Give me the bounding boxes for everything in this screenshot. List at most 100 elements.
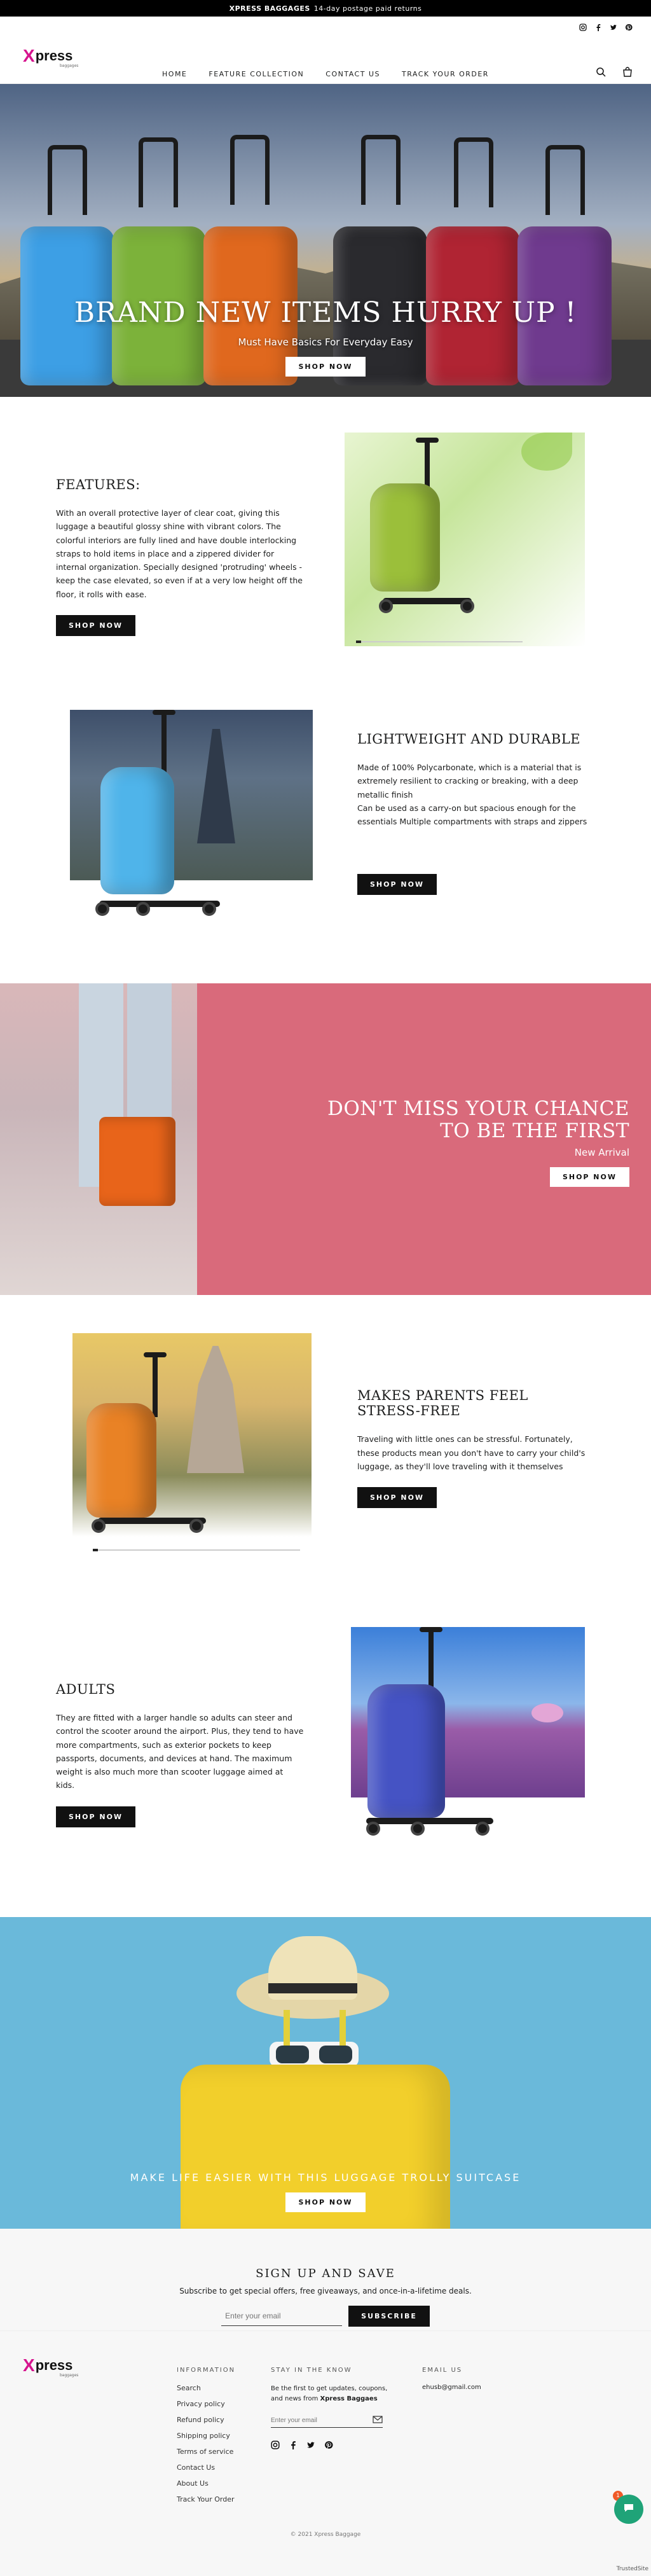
sunglasses-frame <box>270 2042 359 2067</box>
announcement-text: 14-day postage paid returns <box>313 4 422 13</box>
feature-shop-now-button[interactable]: SHOP NOW <box>56 614 136 636</box>
twitter-icon[interactable] <box>609 23 618 32</box>
orange-case <box>86 1403 156 1518</box>
image-slider-bar[interactable] <box>356 641 523 643</box>
footer-stay-text: Be the first to get updates, coupons, an… <box>271 2384 392 2404</box>
newsletter-email-input[interactable] <box>221 2306 343 2326</box>
feature-body: They are fitted with a larger handle so … <box>56 1713 304 1790</box>
subscribe-button[interactable]: SUBSCRIBE <box>348 2306 430 2327</box>
footer-info-links: Search Privacy policy Refund policy Ship… <box>177 2384 235 2503</box>
footer-link-about[interactable]: About Us <box>177 2479 235 2488</box>
footer-email-us: EMAIL US ehusb@gmail.com <box>422 2367 481 2391</box>
promo-image <box>0 983 197 1295</box>
hero-case-handle <box>361 135 401 205</box>
newsletter-form: SUBSCRIBE <box>221 2306 430 2327</box>
footer-stay-in-know: STAY IN THE KNOW Be the first to get upd… <box>271 2367 392 2451</box>
sunglasses-lens <box>319 2046 352 2063</box>
feature-text: MAKES PARENTS FEEL STRESS-FREE Traveling… <box>357 1388 593 1509</box>
feature-body: With an overall protective layer of clea… <box>56 508 303 599</box>
nav-track-order[interactable]: TRACK YOUR ORDER <box>402 70 489 78</box>
purple-scooter <box>351 1627 585 1881</box>
pinterest-icon[interactable] <box>324 2441 333 2451</box>
facebook-icon[interactable] <box>289 2441 298 2451</box>
feature-row-stress-free: MAKES PARENTS FEEL STRESS-FREE Traveling… <box>0 1295 651 1586</box>
footer-email-heading: EMAIL US <box>422 2367 463 2374</box>
sunglasses-lens <box>276 2046 309 2063</box>
scooter-wheel <box>202 902 216 916</box>
banner-text: MAKE LIFE EASIER WITH THIS LUGGAGE TROLL… <box>0 2171 651 2212</box>
hero-overlay: BRAND NEW ITEMS HURRY UP ! Must Have Bas… <box>0 296 651 377</box>
footer-link-refund[interactable]: Refund policy <box>177 2416 235 2424</box>
logo-wordmark: press <box>35 2357 73 2373</box>
facebook-icon[interactable] <box>594 23 603 32</box>
instagram-icon[interactable] <box>579 23 587 32</box>
newsletter-title: SIGN UP AND SAVE <box>256 2267 395 2280</box>
purple-case <box>367 1684 445 1818</box>
footer-link-shipping[interactable]: Shipping policy <box>177 2432 235 2440</box>
hero-banner: BRAND NEW ITEMS HURRY UP ! Must Have Bas… <box>0 84 651 397</box>
cart-icon[interactable] <box>622 66 633 78</box>
footer-email-form <box>271 2413 383 2428</box>
twitter-icon[interactable] <box>306 2441 315 2451</box>
scooter-wheel <box>476 1822 490 1836</box>
feature-row-adults: ADULTS They are fitted with a larger han… <box>0 1586 651 1917</box>
instagram-icon[interactable] <box>271 2441 280 2451</box>
feature-shop-now-button[interactable]: SHOP NOW <box>357 1487 437 1509</box>
pinterest-icon[interactable] <box>624 23 633 32</box>
footer-email-address[interactable]: ehusb@gmail.com <box>422 2384 481 2391</box>
footer-link-track[interactable]: Track Your Order <box>177 2495 235 2503</box>
site-header: X press baggages HOME FEATURE COLLECTION… <box>0 17 651 84</box>
hero-title: BRAND NEW ITEMS HURRY UP ! <box>74 296 577 329</box>
scooter-wheel <box>366 1822 380 1836</box>
orange-case <box>99 1117 175 1206</box>
promo-title-line1: DON'T MISS YOUR CHANCE <box>327 1097 629 1120</box>
footer-stay-brand: Xpress Baggaes <box>320 2395 378 2402</box>
feature-image-green-scooter <box>345 433 585 646</box>
hero-case-handle <box>545 145 585 215</box>
scooter-pole <box>153 1354 158 1417</box>
chat-button[interactable] <box>614 2495 643 2524</box>
footer-information: INFORMATION Search Privacy policy Refund… <box>177 2367 235 2511</box>
banner-shop-now-button[interactable]: SHOP NOW <box>285 2192 366 2212</box>
header-actions <box>595 66 633 78</box>
blue-case <box>100 767 174 894</box>
footer-link-privacy[interactable]: Privacy policy <box>177 2400 235 2408</box>
footer-link-terms[interactable]: Terms of service <box>177 2448 235 2456</box>
search-icon[interactable] <box>595 66 606 78</box>
feature-text: ADULTS They are fitted with a larger han… <box>56 1682 304 1827</box>
feature-shop-now-button[interactable]: SHOP NOW <box>357 874 437 896</box>
site-logo[interactable]: X press baggages <box>23 46 78 68</box>
hero-case-handle <box>454 137 493 207</box>
promo-shop-now-button[interactable]: SHOP NOW <box>549 1167 629 1188</box>
footer-social-links <box>271 2441 392 2451</box>
footer-link-contact[interactable]: Contact Us <box>177 2463 235 2472</box>
hero-shop-now-button[interactable]: SHOP NOW <box>285 357 366 377</box>
logo-tagline: baggages <box>60 2373 79 2378</box>
feature-row-features: FEATURES: With an overall protective lay… <box>0 397 651 702</box>
feature-shop-now-button[interactable]: SHOP NOW <box>56 1806 136 1827</box>
castle-silhouette <box>187 1346 244 1473</box>
nav-feature-collection[interactable]: FEATURE COLLECTION <box>209 70 304 78</box>
feature-body: Traveling with little ones can be stress… <box>357 1434 586 1471</box>
nav-home[interactable]: HOME <box>162 70 187 78</box>
feature-title: ADULTS <box>56 1682 116 1697</box>
hero-case-handle <box>48 145 87 215</box>
footer-link-search[interactable]: Search <box>177 2384 235 2392</box>
image-slider-bar[interactable] <box>93 1549 300 1551</box>
feature-image-orange-scooter <box>72 1333 312 1537</box>
footer-email-input[interactable] <box>271 2413 373 2427</box>
scooter-base <box>383 598 472 604</box>
social-links-top <box>579 23 633 32</box>
scooter-wheel <box>95 902 109 916</box>
footer-logo[interactable]: X press baggages <box>23 2355 78 2378</box>
feature-body: Made of 100% Polycarbonate, which is a m… <box>357 763 587 826</box>
feature-title: LIGHTWEIGHT AND DURABLE <box>357 731 581 747</box>
trusted-site-badge[interactable]: TrustedSite <box>617 2566 648 2572</box>
site-footer: X press baggages INFORMATION Search Priv… <box>0 2330 651 2576</box>
copyright: © 2021 Xpress Baggage <box>290 2531 361 2538</box>
mail-icon[interactable] <box>373 2415 383 2425</box>
logo-x: X <box>23 2355 35 2375</box>
newsletter-subtitle: Subscribe to get special offers, free gi… <box>179 2287 472 2296</box>
logo-wordmark: press <box>35 48 73 64</box>
nav-contact-us[interactable]: CONTACT US <box>326 70 380 78</box>
